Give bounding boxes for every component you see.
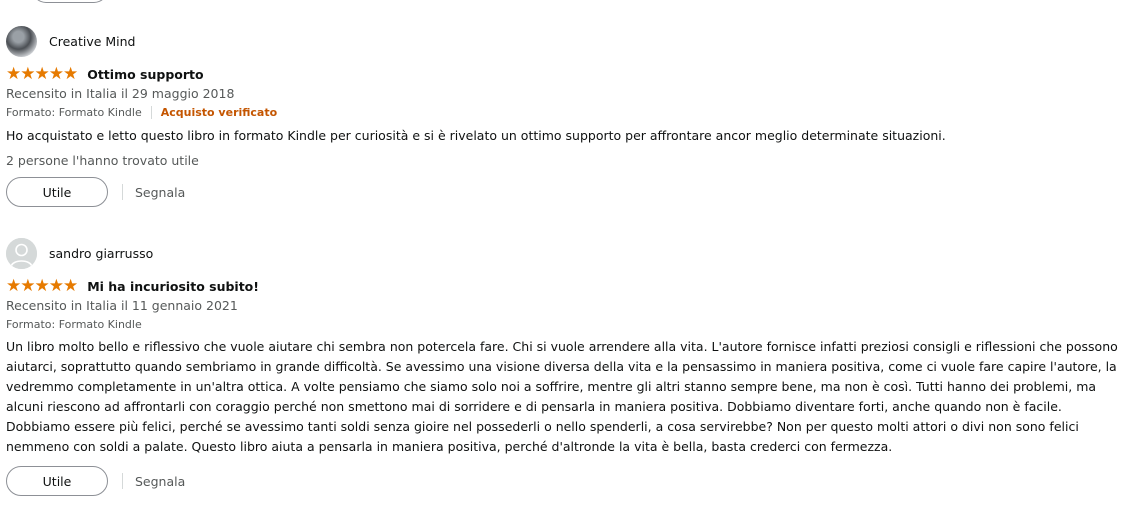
format-label[interactable]: Formato: Formato Kindle: [6, 106, 142, 119]
review-title[interactable]: Mi ha incuriosito subito!: [87, 279, 259, 294]
report-link[interactable]: Segnala: [135, 474, 185, 489]
verified-purchase-badge: Acquisto verificato: [160, 106, 278, 119]
previous-helpful-button[interactable]: [32, 0, 108, 3]
review-card: sandro giarrusso ★★★★★ Mi ha incuriosito…: [6, 237, 1128, 496]
review-body: Un libro molto bello e riflessivo che vu…: [6, 339, 1118, 454]
helpful-button[interactable]: Utile: [6, 466, 108, 496]
reviewer-profile[interactable]: Creative Mind: [6, 25, 1128, 57]
star-rating[interactable]: ★★★★★: [6, 65, 78, 83]
helpful-count: 2 persone l'hanno trovato utile: [6, 153, 199, 168]
reviewer-name[interactable]: Creative Mind: [49, 34, 136, 49]
divider: [122, 473, 123, 489]
divider: [122, 184, 123, 200]
avatar: [6, 25, 37, 57]
review-date: Recensito in Italia il 29 maggio 2018: [6, 86, 235, 101]
report-link[interactable]: Segnala: [135, 185, 185, 200]
reviewer-profile[interactable]: sandro giarrusso: [6, 237, 1128, 269]
review-body: Ho acquistato e letto questo libro in fo…: [6, 128, 946, 143]
review-title[interactable]: Ottimo supporto: [87, 67, 203, 82]
reviewer-name[interactable]: sandro giarrusso: [49, 246, 153, 261]
default-avatar-icon: [6, 237, 37, 269]
format-label[interactable]: Formato: Formato Kindle: [6, 318, 142, 331]
avatar: [6, 237, 37, 269]
helpful-button[interactable]: Utile: [6, 177, 108, 207]
review-date: Recensito in Italia il 11 gennaio 2021: [6, 298, 238, 313]
star-rating[interactable]: ★★★★★: [6, 277, 78, 295]
review-card: Creative Mind ★★★★★ Ottimo supporto Rece…: [6, 25, 1128, 207]
divider: [150, 106, 152, 119]
